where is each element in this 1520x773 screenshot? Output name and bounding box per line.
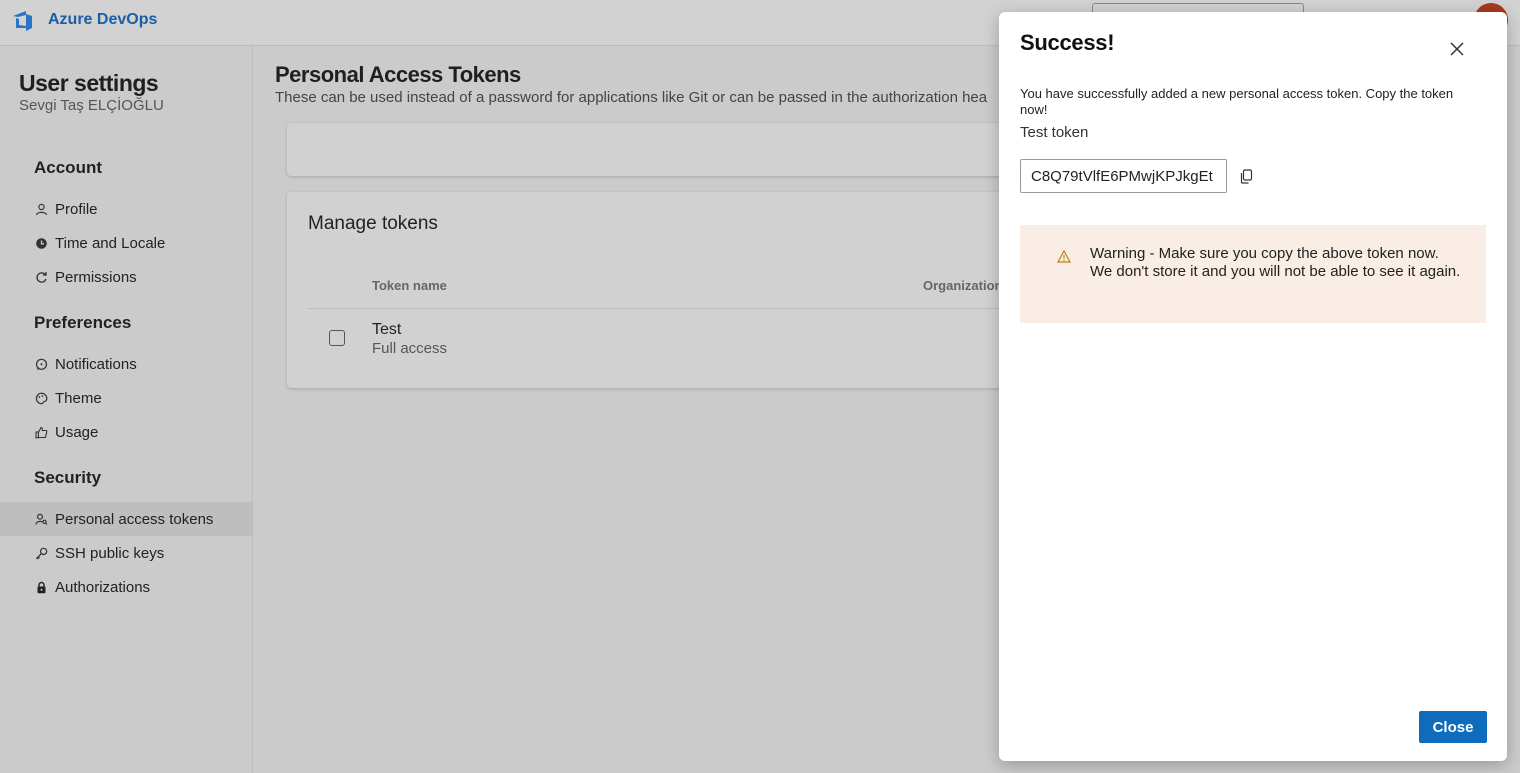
sidebar-item-label: SSH public keys [55,544,165,562]
settings-sidebar: User settings Sevgi Taş ELÇİOĞLU Account… [0,46,253,773]
sidebar-item-label: Theme [55,389,102,407]
sidebar-item-permissions[interactable]: Permissions [0,260,252,294]
user-display-name: Sevgi Taş ELÇİOĞLU [19,97,164,114]
sidebar-item-label: Personal access tokens [55,510,214,528]
token-value-field[interactable] [1020,159,1227,193]
key-icon [35,547,48,560]
refresh-icon [35,271,48,284]
sidebar-item-label: Authorizations [55,578,151,596]
sidebar-item-label: Time and Locale [55,234,166,252]
divider [308,308,1088,309]
manage-tokens-title: Manage tokens [308,213,438,234]
page-title: Personal Access Tokens [275,62,521,87]
palette-icon [35,392,48,405]
token-name[interactable]: Test [372,321,401,339]
success-message: You have successfully added a new person… [1020,86,1454,117]
sidebar-item-profile[interactable]: Profile [0,192,252,226]
azure-devops-logo-icon[interactable] [11,9,37,33]
sidebar-item-usage[interactable]: Usage [0,415,252,449]
close-button[interactable]: Close [1419,711,1487,743]
search-box[interactable] [1092,3,1304,12]
warning-banner: Warning - Make sure you copy the above t… [1020,225,1486,323]
toolbar-card [287,123,1087,176]
section-security: Security [34,468,102,487]
sidebar-item-personal-access-tokens[interactable]: Personal access tokens [0,502,252,536]
warning-text: Warning - Make sure you copy the above t… [1090,245,1461,280]
sidebar-item-time-and-locale[interactable]: Time and Locale [0,226,252,260]
manage-tokens-card: Manage tokens Token name Organization Te… [287,192,1088,388]
column-header-organization[interactable]: Organization [923,278,1002,293]
token-scope: Full access [372,340,448,357]
page-subtitle: These can be used instead of a password … [275,89,988,106]
panel-title: Success! [1020,30,1115,55]
warning-icon [1057,250,1071,263]
created-token-name: Test token [1020,124,1089,141]
column-header-token-name[interactable]: Token name [372,278,447,293]
sidebar-item-ssh-public-keys[interactable]: SSH public keys [0,536,252,570]
chat-bubble-icon [35,358,48,371]
sidebar-item-label: Notifications [55,355,137,373]
row-checkbox[interactable] [329,330,345,346]
person-icon [35,203,48,216]
section-account: Account [34,158,102,177]
sidebar-item-authorizations[interactable]: Authorizations [0,570,252,604]
copy-icon[interactable] [1239,169,1253,184]
sidebar-item-notifications[interactable]: Notifications [0,347,252,381]
success-panel: Success! You have successfully added a n… [999,12,1507,761]
sidebar-item-label: Profile [55,200,98,218]
user-settings-title: User settings [19,70,159,96]
sidebar-item-label: Permissions [55,268,137,286]
sidebar-item-label: Usage [55,423,99,441]
lock-icon [35,581,48,594]
clock-globe-icon [35,237,48,250]
person-key-icon [35,513,48,526]
section-preferences: Preferences [34,313,132,332]
brand-name[interactable]: Azure DevOps [48,11,157,29]
thumbs-up-icon [35,426,48,439]
sidebar-item-theme[interactable]: Theme [0,381,252,415]
close-icon[interactable] [1448,40,1466,58]
